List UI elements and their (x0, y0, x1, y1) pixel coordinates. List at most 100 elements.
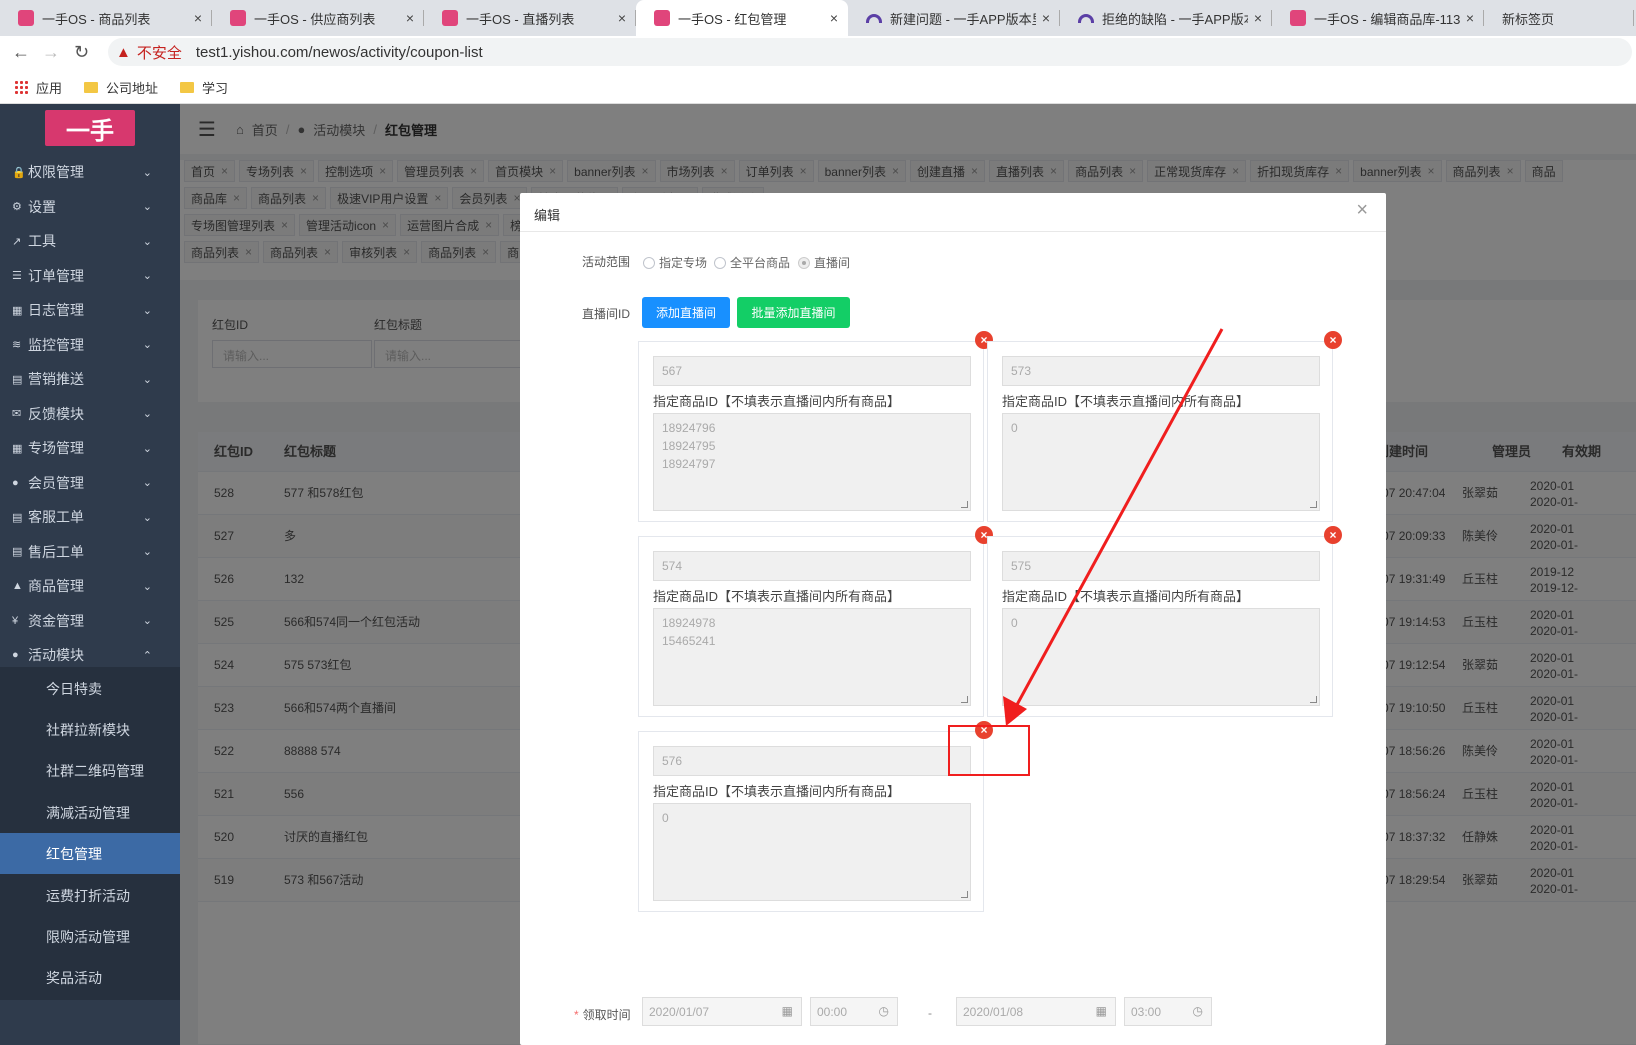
menu-icon: ● (12, 476, 19, 489)
yishou-favicon-icon (230, 10, 246, 26)
browser-tab-title: 一手OS - 直播列表 (466, 11, 575, 27)
browser-tab[interactable]: 新建问题 - 一手APP版本里 × (848, 0, 1060, 36)
sidebar-item-label: 工具 (28, 233, 56, 249)
product-ids-textarea[interactable]: 18924978 15465241 (653, 608, 971, 706)
product-ids-label: 指定商品ID【不填表示直播间内所有商品】 (653, 394, 901, 409)
product-ids-textarea[interactable]: 0 (1002, 413, 1320, 511)
browser-tab-title: 新建问题 - 一手APP版本里 (890, 11, 1036, 27)
sidebar-item[interactable]: ¥ 资金管理 ⌄ (0, 603, 180, 639)
menu-icon: ▦ (12, 442, 23, 455)
live-room-label: 直播间ID (582, 307, 631, 321)
menu-icon: ☰ (12, 270, 22, 282)
browser-tab[interactable]: 一手OS - 商品列表 × (0, 0, 212, 36)
scope-radio-platform[interactable]: 全平台商品 (714, 254, 790, 271)
forward-icon[interactable]: → (42, 42, 60, 63)
close-tab-icon[interactable]: × (830, 10, 838, 26)
reload-icon[interactable]: ↻ (74, 42, 89, 63)
sidebar-item[interactable]: ▤ 客服工单 ⌄ (0, 499, 180, 535)
menu-icon: ▤ (12, 511, 23, 524)
chevron-down-icon: ⌄ (142, 304, 152, 317)
app-logo[interactable]: 一手 (45, 110, 135, 146)
start-time-picker[interactable]: 00:00 ◷ (810, 997, 898, 1026)
yishou-favicon-icon (654, 10, 670, 26)
close-tab-icon[interactable]: × (1042, 10, 1050, 26)
sidebar-item[interactable]: ⚙ 设置 ⌄ (0, 189, 180, 225)
sidebar-item[interactable]: ▦ 专场管理 ⌄ (0, 430, 180, 466)
sidebar-subitem[interactable]: 满减活动管理 (0, 791, 180, 835)
sidebar-item[interactable]: ▲ 商品管理 ⌄ (0, 568, 180, 604)
sidebar-subitem[interactable]: 奖品活动 (0, 956, 180, 1000)
calendar-icon: ▦ (781, 1004, 793, 1018)
product-ids-textarea[interactable]: 0 (653, 803, 971, 901)
sidebar-subitem[interactable]: 今日特卖 (0, 667, 180, 710)
start-date-picker[interactable]: 2020/01/07 ▦ (642, 997, 802, 1026)
sidebar-item[interactable]: ▤ 营销推送 ⌄ (0, 361, 180, 397)
product-ids-textarea[interactable]: 18924796 18924795 18924797 (653, 413, 971, 511)
sidebar-item[interactable]: ≋ 监控管理 ⌄ (0, 327, 180, 363)
browser-tab-title: 一手OS - 红包管理 (678, 11, 787, 27)
url-bar[interactable]: ▲ 不安全 test1.yishou.com/newos/activity/co… (108, 38, 1632, 66)
browser-tab[interactable]: 拒绝的缺陷 - 一手APP版本 × (1060, 0, 1272, 36)
sidebar: 一手 🔒 权限管理 ⌄ ⚙ 设置 ⌄ ↗ 工具 ⌄ ☰ 订单管理 ⌄ ▦ 日志管理 ⌄ ≋ 监控管理 ⌄ ▤ 营销推送… (0, 104, 180, 1045)
sidebar-subitem[interactable]: 限购活动管理 (0, 915, 180, 959)
menu-icon: 🔒 (12, 166, 26, 179)
scope-radio-live[interactable]: 直播间 (798, 254, 850, 271)
end-time-picker[interactable]: 03:00 ◷ (1124, 997, 1212, 1026)
sidebar-item[interactable]: ▤ 售后工单 ⌄ (0, 534, 180, 570)
sidebar-item-label: 订单管理 (28, 267, 84, 284)
sidebar-subitem[interactable]: 社群拉新模块 (0, 708, 180, 752)
dialog-title: 编辑 (534, 208, 561, 223)
annotation-highlight-box (948, 725, 1030, 776)
live-room-id-input[interactable]: 574 (653, 551, 971, 581)
bookmark-company[interactable]: 公司地址 (84, 78, 158, 97)
sidebar-item[interactable]: 🔒 权限管理 ⌄ (0, 154, 180, 190)
close-tab-icon[interactable]: × (1466, 10, 1474, 26)
browser-tab[interactable]: 一手OS - 直播列表 × (424, 0, 636, 36)
close-icon[interactable]: × (1356, 199, 1368, 222)
sidebar-subitem[interactable]: 红包管理 (0, 832, 180, 876)
add-live-room-button[interactable]: 添加直播间 (642, 297, 730, 328)
browser-tab-strip: 一手OS - 商品列表 × 一手OS - 供应商列表 × 一手OS - 直播列表 × 一手O… (0, 0, 1636, 36)
clock-icon: ◷ (1192, 1004, 1203, 1018)
close-tab-icon[interactable]: × (406, 10, 414, 26)
end-date-picker[interactable]: 2020/01/08 ▦ (956, 997, 1116, 1026)
radio-circle-icon (714, 256, 726, 269)
chevron-down-icon: ⌄ (142, 373, 152, 386)
browser-tab[interactable]: 一手OS - 供应商列表 × (212, 0, 424, 36)
browser-tab[interactable]: 一手OS - 编辑商品库-1133 × (1272, 0, 1484, 36)
url-text: test1.yishou.com/newos/activity/coupon-l… (195, 43, 483, 61)
yishou-favicon-icon (442, 10, 458, 26)
menu-icon: ¥ (12, 614, 19, 627)
sidebar-subitem[interactable]: 运费打折活动 (0, 874, 180, 917)
sidebar-item-label: 客服工单 (28, 509, 84, 525)
live-room-id-input[interactable]: 567 (653, 356, 971, 386)
sidebar-item[interactable]: ↗ 工具 ⌄ (0, 223, 180, 259)
sidebar-subitem[interactable]: 社群二维码管理 (0, 749, 180, 793)
menu-icon: ● (12, 649, 19, 661)
sidebar-item[interactable]: ☰ 订单管理 ⌄ (0, 258, 180, 294)
remove-room-icon[interactable]: × (1324, 526, 1342, 544)
back-icon[interactable]: ← (12, 42, 30, 63)
bookmark-study[interactable]: 学习 (180, 78, 228, 97)
scope-radio-special[interactable]: 指定专场 (643, 254, 707, 271)
warning-icon: ▲ (116, 43, 131, 61)
browser-tab[interactable]: 新标签页 (1484, 0, 1634, 36)
chevron-down-icon: ⌄ (142, 615, 152, 627)
live-room-id-input[interactable]: 575 (1002, 551, 1320, 581)
chevron-down-icon: ⌄ (142, 408, 152, 420)
bookmark-apps[interactable]: 应用 (14, 78, 62, 97)
live-room-id-input[interactable]: 573 (1002, 356, 1320, 386)
close-tab-icon[interactable]: × (618, 10, 626, 26)
close-tab-icon[interactable]: × (194, 10, 202, 26)
sidebar-item[interactable]: ● 会员管理 ⌄ (0, 465, 180, 501)
batch-add-live-room-button[interactable]: 批量添加直播间 (737, 297, 850, 328)
browser-tab[interactable]: 一手OS - 红包管理 × (636, 0, 848, 36)
sidebar-item[interactable]: ▦ 日志管理 ⌄ (0, 292, 180, 328)
product-ids-textarea[interactable]: 0 (1002, 608, 1320, 706)
sidebar-item[interactable]: ✉ 反馈模块 ⌄ (0, 396, 180, 432)
folder-icon (180, 81, 195, 93)
remove-room-icon[interactable]: × (1324, 331, 1342, 349)
menu-icon: ⚙ (12, 201, 22, 213)
close-tab-icon[interactable]: × (1254, 10, 1262, 26)
live-room-id-input[interactable]: 576 (653, 746, 971, 776)
